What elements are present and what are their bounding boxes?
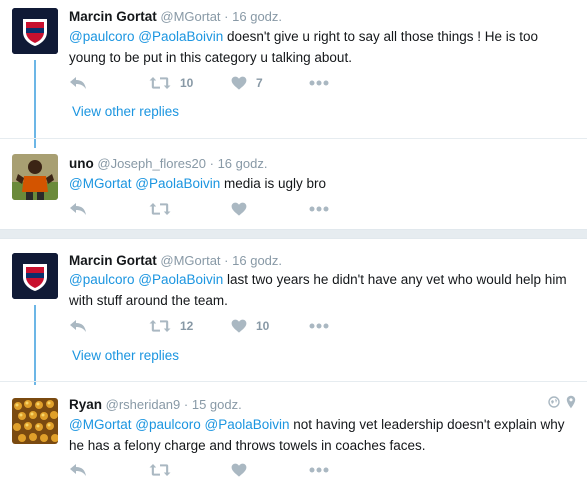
more-icon xyxy=(309,323,329,329)
like-icon xyxy=(231,76,247,90)
more-icon xyxy=(309,80,329,86)
author-name[interactable]: Marcin Gortat xyxy=(69,9,157,24)
retweet-icon xyxy=(149,76,171,90)
separator: · xyxy=(224,9,229,24)
retweet-count: 12 xyxy=(180,319,194,333)
tweet-meta-icons xyxy=(548,395,576,409)
avatar[interactable] xyxy=(12,154,58,200)
view-other-replies-link[interactable]: View other replies xyxy=(72,104,179,119)
timestamp[interactable]: 16 godz. xyxy=(232,9,282,24)
tweet-header: Marcin Gortat @MGortat · 16 godz. xyxy=(69,8,282,25)
tweet-text: @MGortat @paulcoro @PaolaBoivin not havi… xyxy=(69,414,569,456)
author-handle[interactable]: @rsheridan9 xyxy=(106,397,181,412)
retweet-button[interactable]: 10 xyxy=(149,74,193,92)
divider xyxy=(0,381,587,382)
like-icon xyxy=(231,202,247,216)
retweet-button[interactable] xyxy=(149,200,180,218)
retweet-count: 10 xyxy=(180,76,194,90)
retweet-button[interactable]: 12 xyxy=(149,317,193,335)
reply-icon xyxy=(69,463,87,477)
more-icon xyxy=(309,467,329,473)
timestamp[interactable]: 15 godz. xyxy=(192,397,242,412)
avatar[interactable] xyxy=(12,398,58,444)
author-name[interactable]: uno xyxy=(69,156,94,171)
mention-link[interactable]: @paulcoro xyxy=(135,417,201,432)
like-count: 10 xyxy=(256,319,270,333)
thread-line xyxy=(34,305,36,385)
mention-link[interactable]: @MGortat xyxy=(69,176,131,191)
retweet-icon xyxy=(149,319,171,333)
separator: · xyxy=(224,253,229,268)
thread-separator xyxy=(0,229,587,239)
location-pin-icon[interactable] xyxy=(566,395,576,409)
more-icon xyxy=(309,206,329,212)
like-count: 7 xyxy=(256,76,263,90)
reply-button[interactable] xyxy=(69,461,87,479)
mention-link[interactable]: @MGortat xyxy=(69,417,131,432)
like-button[interactable] xyxy=(231,200,256,218)
view-other-replies-link[interactable]: View other replies xyxy=(72,348,179,363)
author-handle[interactable]: @Joseph_flores20 xyxy=(97,156,206,171)
like-button[interactable] xyxy=(231,461,256,479)
tweet-body: media is ugly bro xyxy=(224,176,327,191)
mention-link[interactable]: @paulcoro xyxy=(69,272,135,287)
mention-link[interactable]: @paulcoro xyxy=(69,29,135,44)
reply-button[interactable] xyxy=(69,317,87,335)
timestamp[interactable]: 16 godz. xyxy=(232,253,282,268)
reply-icon xyxy=(69,319,87,333)
mention-link[interactable]: @PaolaBoivin xyxy=(135,176,220,191)
author-handle[interactable]: @MGortat xyxy=(160,253,220,268)
mention-link[interactable]: @PaolaBoivin xyxy=(138,29,223,44)
globe-icon xyxy=(548,396,560,408)
more-button[interactable] xyxy=(309,317,329,335)
thread-line xyxy=(34,60,36,148)
author-name[interactable]: Marcin Gortat xyxy=(69,253,157,268)
tweet-text: @paulcoro @PaolaBoivin doesn't give u ri… xyxy=(69,26,569,68)
retweet-button[interactable] xyxy=(149,461,180,479)
like-icon xyxy=(231,319,247,333)
separator: · xyxy=(183,397,189,412)
retweet-icon xyxy=(149,463,171,477)
more-button[interactable] xyxy=(309,74,329,92)
tweet-text: @paulcoro @PaolaBoivin last two years he… xyxy=(69,269,569,311)
like-icon xyxy=(231,463,247,477)
mention-link[interactable]: @PaolaBoivin xyxy=(205,417,290,432)
mention-link[interactable]: @PaolaBoivin xyxy=(138,272,223,287)
author-handle[interactable]: @MGortat xyxy=(160,9,220,24)
tweet-header: Marcin Gortat @MGortat · 16 godz. xyxy=(69,252,282,269)
reply-button[interactable] xyxy=(69,200,87,218)
avatar[interactable] xyxy=(12,8,58,54)
more-button[interactable] xyxy=(309,461,329,479)
tweet-text: @MGortat @PaolaBoivin media is ugly bro xyxy=(69,173,569,194)
more-button[interactable] xyxy=(309,200,329,218)
like-button[interactable]: 7 xyxy=(231,74,263,92)
divider xyxy=(0,138,587,139)
avatar[interactable] xyxy=(12,253,58,299)
like-button[interactable]: 10 xyxy=(231,317,269,335)
author-name[interactable]: Ryan xyxy=(69,397,102,412)
separator: · xyxy=(209,156,214,171)
tweet-header: Ryan @rsheridan9 · 15 godz. xyxy=(69,396,242,413)
reply-icon xyxy=(69,76,87,90)
timestamp[interactable]: 16 godz. xyxy=(218,156,268,171)
reply-icon xyxy=(69,202,87,216)
reply-button[interactable] xyxy=(69,74,87,92)
retweet-icon xyxy=(149,202,171,216)
tweet-header: uno @Joseph_flores20 · 16 godz. xyxy=(69,155,267,172)
